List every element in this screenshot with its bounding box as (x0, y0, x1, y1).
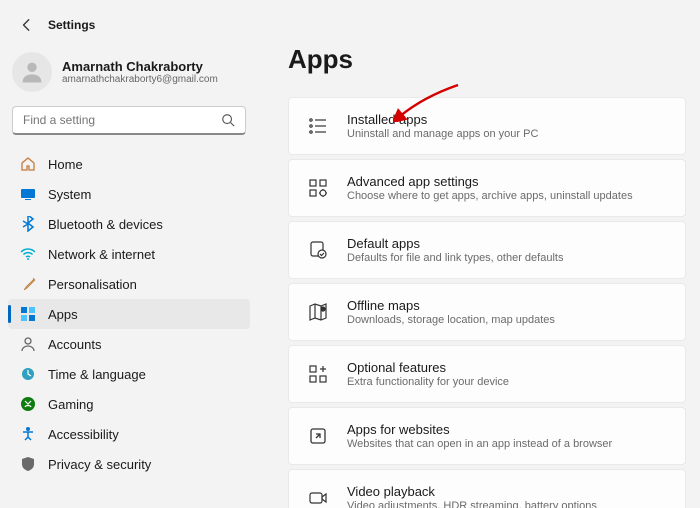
card-subtitle: Defaults for file and link types, other … (347, 252, 563, 264)
search-box[interactable] (12, 106, 246, 135)
list-icon (307, 115, 329, 137)
arrow-left-icon (20, 18, 34, 32)
card-subtitle: Video adjustments, HDR streaming, batter… (347, 500, 597, 508)
card-subtitle: Websites that can open in an app instead… (347, 438, 612, 450)
sidebar-item-system[interactable]: System (8, 179, 250, 209)
card-subtitle: Uninstall and manage apps on your PC (347, 128, 538, 140)
apps-icon (20, 306, 36, 322)
sidebar-item-gaming[interactable]: Gaming (8, 389, 250, 419)
profile-email: amarnathchakraborty6@gmail.com (62, 74, 218, 85)
card-default-apps[interactable]: Default apps Defaults for file and link … (288, 221, 686, 279)
card-video-playback[interactable]: Video playback Video adjustments, HDR st… (288, 469, 686, 508)
sidebar-item-network[interactable]: Network & internet (8, 239, 250, 269)
card-apps-for-websites[interactable]: Apps for websites Websites that can open… (288, 407, 686, 465)
card-title: Video playback (347, 484, 597, 499)
card-title: Default apps (347, 236, 563, 251)
sidebar-item-accounts[interactable]: Accounts (8, 329, 250, 359)
shield-check-icon (307, 239, 329, 261)
map-icon (307, 301, 329, 323)
card-installed-apps[interactable]: Installed apps Uninstall and manage apps… (288, 97, 686, 155)
avatar (12, 52, 52, 92)
brush-icon (20, 276, 36, 292)
sidebar-item-label: Privacy & security (48, 457, 151, 472)
sidebar-item-label: Gaming (48, 397, 94, 412)
sidebar-item-apps[interactable]: Apps (8, 299, 250, 329)
grid-plus-icon (307, 363, 329, 385)
card-title: Optional features (347, 360, 509, 375)
sidebar-item-label: Personalisation (48, 277, 137, 292)
profile-name: Amarnath Chakraborty (62, 59, 218, 74)
card-title: Offline maps (347, 298, 555, 313)
card-title: Installed apps (347, 112, 538, 127)
settings-cards: Installed apps Uninstall and manage apps… (288, 97, 686, 508)
sidebar-item-bluetooth[interactable]: Bluetooth & devices (8, 209, 250, 239)
system-icon (20, 186, 36, 202)
page-title: Settings (48, 18, 95, 32)
sidebar-item-label: Apps (48, 307, 78, 322)
sidebar-item-label: Time & language (48, 367, 146, 382)
sidebar-item-label: Accounts (48, 337, 101, 352)
sidebar-item-label: Home (48, 157, 83, 172)
main-content: Apps Installed apps Uninstall and manage… (258, 0, 700, 508)
accessibility-icon (20, 426, 36, 442)
bluetooth-icon (20, 216, 36, 232)
nav-list: Home System Bluetooth & devices Network … (8, 149, 250, 479)
card-subtitle: Downloads, storage location, map updates (347, 314, 555, 326)
wifi-icon (20, 246, 36, 262)
page-heading: Apps (288, 44, 686, 75)
grid-gear-icon (307, 177, 329, 199)
sidebar-item-accessibility[interactable]: Accessibility (8, 419, 250, 449)
open-external-icon (307, 425, 329, 447)
sidebar-item-label: System (48, 187, 91, 202)
clock-icon (20, 366, 36, 382)
sidebar-item-label: Network & internet (48, 247, 155, 262)
sidebar-item-home[interactable]: Home (8, 149, 250, 179)
sidebar-item-privacy[interactable]: Privacy & security (8, 449, 250, 479)
card-offline-maps[interactable]: Offline maps Downloads, storage location… (288, 283, 686, 341)
card-title: Apps for websites (347, 422, 612, 437)
card-advanced-app-settings[interactable]: Advanced app settings Choose where to ge… (288, 159, 686, 217)
card-optional-features[interactable]: Optional features Extra functionality fo… (288, 345, 686, 403)
accounts-icon (20, 336, 36, 352)
card-subtitle: Choose where to get apps, archive apps, … (347, 190, 633, 202)
sidebar-item-label: Bluetooth & devices (48, 217, 163, 232)
profile-section[interactable]: Amarnath Chakraborty amarnathchakraborty… (8, 44, 250, 106)
gaming-icon (20, 396, 36, 412)
card-subtitle: Extra functionality for your device (347, 376, 509, 388)
home-icon (20, 156, 36, 172)
sidebar-item-personalisation[interactable]: Personalisation (8, 269, 250, 299)
card-title: Advanced app settings (347, 174, 633, 189)
search-input[interactable] (23, 113, 221, 127)
user-icon (18, 58, 46, 86)
video-icon (307, 487, 329, 508)
sidebar: Settings Amarnath Chakraborty amarnathch… (0, 0, 258, 508)
shield-icon (20, 456, 36, 472)
sidebar-item-label: Accessibility (48, 427, 119, 442)
sidebar-item-time[interactable]: Time & language (8, 359, 250, 389)
search-icon (221, 113, 235, 127)
back-button[interactable] (18, 16, 36, 34)
